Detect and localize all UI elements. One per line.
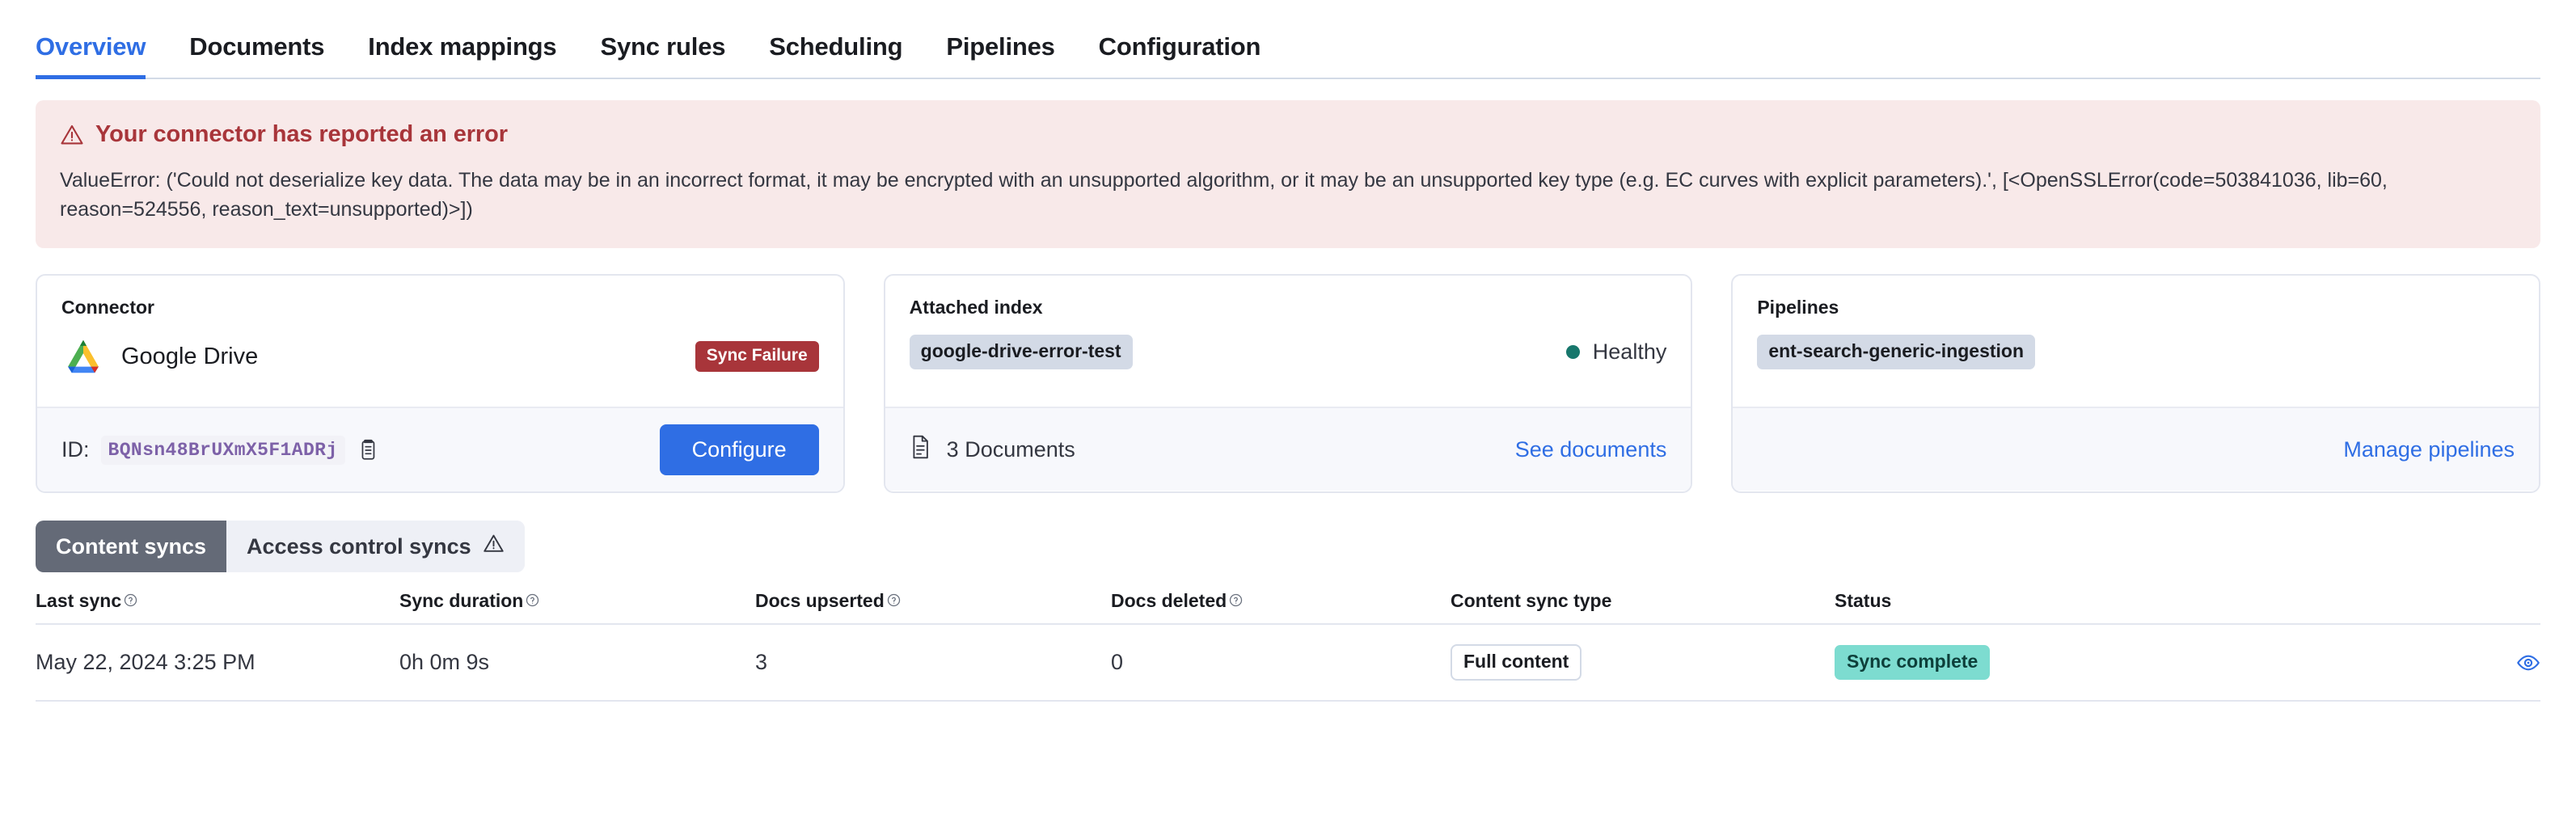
cell-last-sync: May 22, 2024 3:25 PM <box>36 650 255 674</box>
column-header-last-sync-label: Last sync <box>36 590 122 611</box>
cell-sync-duration: 0h 0m 9s <box>399 650 490 674</box>
column-header-sync-duration-label: Sync duration <box>399 590 524 611</box>
pipelines-card: Pipelines ent-search-generic-ingestion M… <box>1731 274 2541 493</box>
pipelines-card-body: Pipelines ent-search-generic-ingestion <box>1733 276 2539 407</box>
help-icon[interactable] <box>1229 590 1243 612</box>
cell-docs-deleted: 0 <box>1111 650 1124 674</box>
health-dot-icon <box>1565 345 1580 359</box>
attached-index-card-label: Attached index <box>909 297 1043 318</box>
tab-sync-rules[interactable]: Sync rules <box>600 32 725 79</box>
tab-pipelines[interactable]: Pipelines <box>946 32 1055 79</box>
tab-index-mappings[interactable]: Index mappings <box>368 32 556 79</box>
tab-access-control-syncs-label: Access control syncs <box>247 533 471 559</box>
manage-pipelines-link[interactable]: Manage pipelines <box>2343 437 2515 462</box>
copy-icon[interactable] <box>357 437 381 463</box>
error-callout: Your connector has reported an error Val… <box>36 100 2540 248</box>
warning-triangle-icon <box>483 533 505 560</box>
configure-button[interactable]: Configure <box>659 424 819 475</box>
connector-card: Connector Google Drive Sync Failure ID: … <box>36 274 845 493</box>
sync-type-tab-group: Content syncs Access control syncs <box>36 521 525 572</box>
sync-history-table: Last sync Sync duration Docs upserted Do… <box>36 590 2540 702</box>
tab-scheduling[interactable]: Scheduling <box>769 32 902 79</box>
index-health-label: Healthy <box>1592 339 1667 364</box>
table-row: May 22, 2024 3:25 PM 0h 0m 9s 3 0 Full c… <box>36 625 2540 702</box>
attached-index-card: Attached index google-drive-error-test H… <box>883 274 1693 493</box>
cell-docs-upserted: 3 <box>755 650 768 674</box>
column-header-docs-upserted: Docs upserted <box>755 590 1111 612</box>
help-icon[interactable] <box>526 590 539 612</box>
tab-content-syncs-label: Content syncs <box>56 533 207 559</box>
column-header-content-sync-type: Content sync type <box>1451 590 1612 611</box>
connector-id-label: ID: <box>61 437 90 462</box>
google-drive-icon <box>61 335 105 378</box>
attached-index-card-footer: 3 Documents See documents <box>885 407 1691 491</box>
connector-card-footer: ID: BQNsn48BrUXmX5F1ADRj Configure <box>37 407 843 491</box>
pipeline-name[interactable]: ent-search-generic-ingestion <box>1757 335 2036 369</box>
pipelines-card-label: Pipelines <box>1757 297 1839 318</box>
column-header-docs-deleted-label: Docs deleted <box>1111 590 1227 611</box>
column-header-docs-upserted-label: Docs upserted <box>755 590 885 611</box>
connector-status-badge: Sync Failure <box>695 341 819 372</box>
tab-access-control-syncs[interactable]: Access control syncs <box>226 521 525 572</box>
connector-id-value: BQNsn48BrUXmX5F1ADRj <box>100 435 345 465</box>
see-documents-link[interactable]: See documents <box>1515 437 1667 462</box>
documents-count-label: 3 Documents <box>946 436 1075 462</box>
tab-overview[interactable]: Overview <box>36 32 146 79</box>
connector-id-group: ID: BQNsn48BrUXmX5F1ADRj <box>61 435 381 465</box>
document-icon <box>910 434 932 466</box>
eye-icon[interactable] <box>2516 651 2540 675</box>
content-sync-type-badge: Full content <box>1451 644 1582 681</box>
help-icon[interactable] <box>124 590 137 612</box>
tab-documents[interactable]: Documents <box>189 32 324 79</box>
tab-configuration[interactable]: Configuration <box>1099 32 1261 79</box>
cell-actions <box>2492 651 2540 675</box>
column-header-docs-deleted: Docs deleted <box>1111 590 1451 612</box>
pipelines-card-footer: Manage pipelines <box>1733 407 2540 491</box>
error-callout-message: ValueError: ('Could not deserialize key … <box>60 169 2388 221</box>
main-tab-bar: Overview Documents Index mappings Sync r… <box>0 0 2576 79</box>
error-callout-title: Your connector has reported an error <box>95 121 508 147</box>
cell-content-sync-type: Full content <box>1451 644 1835 681</box>
attached-index-name[interactable]: google-drive-error-test <box>909 335 1133 369</box>
tab-content-syncs[interactable]: Content syncs <box>36 521 227 572</box>
help-icon[interactable] <box>887 590 901 612</box>
connector-name: Google Drive <box>121 343 259 369</box>
connector-card-label: Connector <box>61 297 154 318</box>
cell-status: Sync complete <box>1835 645 2492 680</box>
connector-identity: Google Drive <box>61 335 258 378</box>
column-header-sync-duration: Sync duration <box>399 590 755 612</box>
documents-count-group: 3 Documents <box>910 434 1075 466</box>
error-callout-header: Your connector has reported an error <box>60 121 2516 148</box>
column-header-status: Status <box>1835 590 1892 611</box>
connector-card-body: Connector Google Drive Sync Failure <box>37 276 843 407</box>
summary-cards: Connector Google Drive Sync Failure ID: … <box>36 274 2541 493</box>
column-header-last-sync: Last sync <box>36 590 399 612</box>
status-badge: Sync complete <box>1835 645 1991 680</box>
warning-triangle-icon <box>60 123 84 147</box>
table-header-row: Last sync Sync duration Docs upserted Do… <box>36 590 2540 625</box>
index-health-status: Healthy <box>1565 339 1667 365</box>
attached-index-card-body: Attached index google-drive-error-test H… <box>885 276 1691 407</box>
